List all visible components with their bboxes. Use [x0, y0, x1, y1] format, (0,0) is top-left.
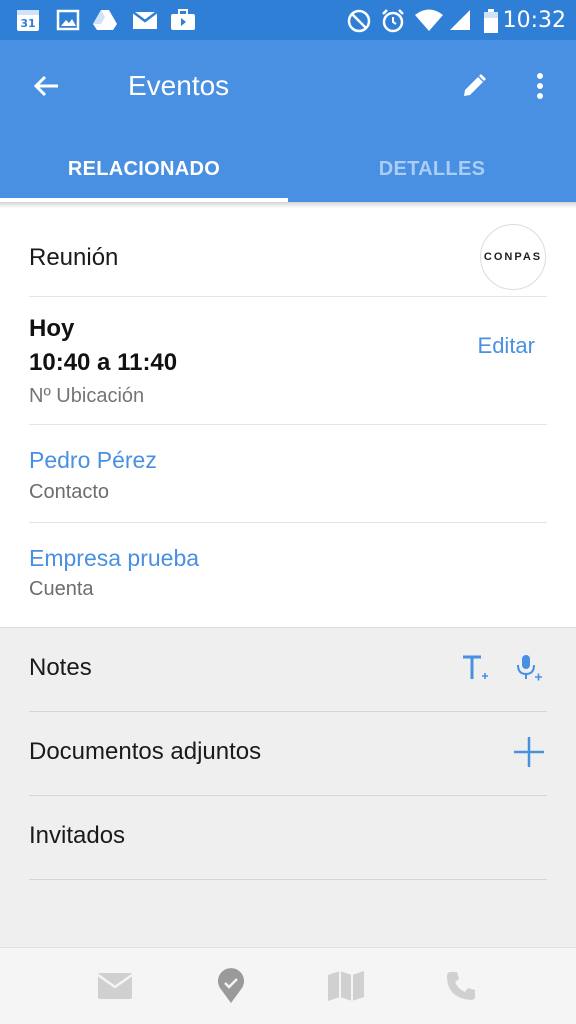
mic-add-icon	[517, 655, 542, 681]
phone-icon	[447, 972, 475, 1000]
mail-icon	[97, 973, 133, 999]
back-button[interactable]	[20, 64, 72, 108]
pencil-icon	[464, 74, 486, 96]
status-bar: 31 10:32	[0, 0, 576, 40]
event-title-row: Reunión CONPAS	[29, 208, 547, 297]
tab-relacionado[interactable]: RELACIONADO	[0, 136, 288, 202]
arrow-back-icon	[33, 75, 58, 97]
notes-row[interactable]: Notes	[29, 628, 547, 712]
event-time-range: 10:40 a 11:40	[29, 349, 178, 376]
checkin-icon	[218, 968, 244, 1003]
contact-type-label: Contacto	[29, 481, 110, 503]
calendar-icon: 31	[16, 8, 40, 37]
briefcase-icon	[170, 8, 196, 37]
edit-datetime-link[interactable]: Editar	[478, 333, 535, 359]
battery-icon	[482, 8, 500, 39]
signal-icon	[448, 8, 472, 37]
page-title: Eventos	[128, 70, 230, 101]
more-options-button[interactable]	[524, 66, 556, 106]
event-location: Nº Ubicación	[29, 385, 145, 407]
account-type-label: Cuenta	[29, 578, 94, 600]
event-date: Hoy	[29, 315, 75, 342]
bottom-navigation	[0, 947, 576, 1024]
contact-row[interactable]: Pedro Pérez Contacto	[29, 425, 547, 523]
wifi-icon	[414, 8, 444, 37]
do-not-disturb-icon	[346, 8, 372, 39]
app-bar: Eventos RELACIONADO DETALLES	[0, 40, 576, 202]
notes-label: Notes	[29, 654, 92, 681]
text-add-icon	[463, 655, 488, 679]
account-row[interactable]: Empresa prueba Cuenta	[29, 523, 547, 627]
event-title: Reunión	[29, 244, 119, 271]
alarm-icon	[380, 8, 406, 39]
guests-label: Invitados	[29, 822, 126, 849]
company-logo: CONPAS	[480, 224, 546, 290]
guests-row[interactable]: Invitados	[29, 796, 547, 880]
drive-icon	[92, 8, 118, 37]
map-icon	[328, 971, 364, 1001]
gmail-icon	[132, 8, 158, 37]
add-attachment-button[interactable]	[507, 730, 551, 774]
nav-map-button[interactable]	[326, 966, 366, 1006]
add-text-note-button[interactable]	[453, 646, 497, 690]
attachments-label: Documentos adjuntos	[29, 738, 262, 765]
nav-checkin-button[interactable]	[211, 966, 251, 1006]
more-vertical-icon	[537, 73, 543, 99]
contact-name-link[interactable]: Pedro Pérez	[29, 447, 157, 474]
tab-detalles[interactable]: DETALLES	[288, 136, 576, 202]
add-voice-note-button[interactable]	[507, 646, 551, 690]
status-time: 10:32	[502, 8, 566, 33]
gallery-icon	[56, 8, 80, 37]
nav-mail-button[interactable]	[95, 966, 135, 1006]
attachments-row[interactable]: Documentos adjuntos	[29, 712, 547, 796]
account-name-link[interactable]: Empresa prueba	[29, 545, 199, 572]
event-datetime-row: Hoy 10:40 a 11:40 Nº Ubicación Editar	[29, 297, 547, 425]
sections-panel: Notes Documentos adjuntos Invitados	[0, 627, 576, 947]
nav-phone-button[interactable]	[441, 966, 481, 1006]
svg-text:31: 31	[20, 17, 35, 30]
plus-icon	[514, 737, 544, 767]
edit-button[interactable]	[454, 66, 494, 106]
